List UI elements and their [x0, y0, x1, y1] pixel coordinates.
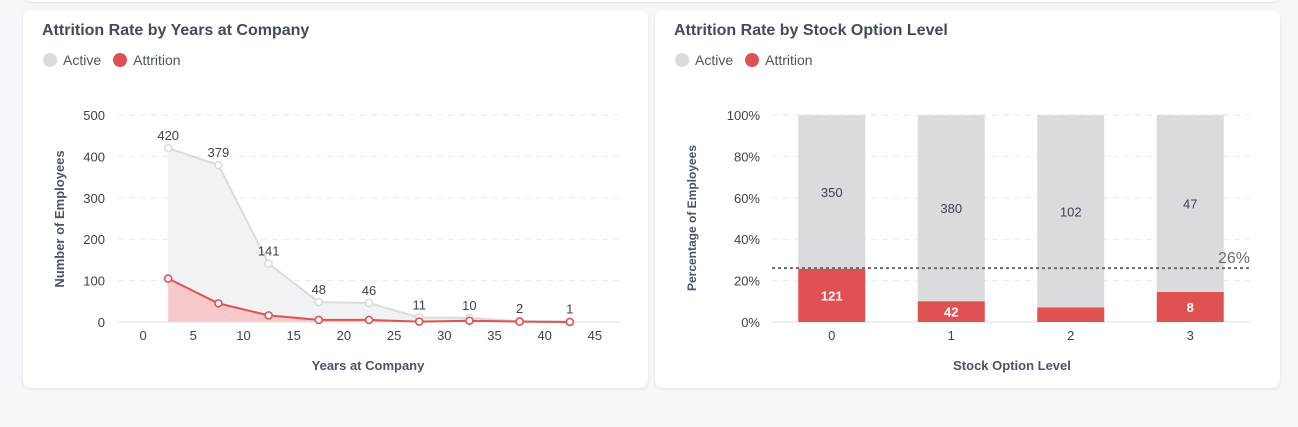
years-at-company-card: Attrition Rate by Years at Company Activ…	[23, 10, 648, 388]
data-label: 1	[566, 302, 573, 317]
attrition-point	[515, 317, 524, 326]
data-label: 141	[258, 244, 280, 259]
x-tick-label: 20	[337, 328, 351, 343]
y-tick-label: 300	[83, 191, 105, 206]
bar-label-attrition: 8	[1187, 300, 1194, 315]
y-axis-title: Percentage of Employees	[685, 145, 699, 291]
y-axis-title: Number of Employees	[52, 150, 67, 287]
x-tick-label: 0	[139, 328, 146, 343]
y-tick-label: 200	[83, 232, 105, 247]
x-tick-label: 25	[387, 328, 401, 343]
previous-card-bottom	[23, 0, 1280, 2]
y-tick-label: 80%	[734, 149, 760, 164]
reference-line-label: 26%	[1218, 250, 1250, 267]
x-tick-label: 10	[236, 328, 250, 343]
x-tick-label: 2	[1067, 328, 1074, 343]
x-tick-label: 3	[1187, 328, 1194, 343]
x-axis-title: Years at Company	[312, 358, 425, 373]
y-tick-label: 0%	[741, 315, 760, 330]
bar-label-active: 47	[1183, 196, 1197, 211]
bar-attrition	[1037, 307, 1105, 322]
attrition-point	[414, 317, 424, 326]
x-tick-label: 1	[948, 328, 955, 343]
bar-label-attrition: 121	[821, 288, 843, 303]
y-tick-label: 100%	[727, 108, 761, 123]
data-label: 420	[157, 128, 179, 143]
x-tick-label: 40	[537, 328, 551, 343]
x-tick-label: 35	[487, 328, 501, 343]
y-tick-label: 400	[83, 149, 105, 164]
data-label: 10	[462, 298, 476, 313]
bar-label-active: 380	[940, 201, 962, 216]
attrition-point	[214, 299, 223, 308]
data-label: 46	[362, 283, 376, 298]
y-tick-label: 20%	[734, 274, 760, 289]
attrition-point	[565, 317, 575, 327]
bar-label-attrition: 42	[944, 305, 958, 320]
x-tick-label: 5	[190, 328, 197, 343]
x-tick-label: 0	[828, 328, 835, 343]
x-tick-label: 45	[588, 328, 602, 343]
active-point	[214, 160, 223, 170]
data-label: 48	[312, 282, 326, 297]
y-tick-label: 100	[83, 274, 105, 289]
bar-label-active: 102	[1060, 204, 1082, 219]
years-at-company-chart: Number of Employees Years at Company 010…	[52, 108, 620, 373]
y-tick-label: 40%	[734, 232, 760, 247]
y-tick-label: 0	[98, 315, 105, 330]
data-label: 379	[208, 145, 230, 160]
stock-option-card: Attrition Rate by Stock Option Level Act…	[655, 10, 1280, 388]
active-point	[314, 297, 324, 307]
y-tick-label: 60%	[734, 191, 760, 206]
attrition-point	[364, 315, 374, 325]
active-point	[364, 298, 374, 308]
data-label: 11	[412, 297, 426, 312]
stock-option-chart: Percentage of Employees Stock Option Lev…	[685, 108, 1250, 373]
x-tick-label: 15	[286, 328, 300, 343]
active-point	[163, 143, 173, 153]
attrition-point	[314, 315, 324, 325]
bar-label-active: 350	[821, 185, 843, 200]
x-axis-title: Stock Option Level	[953, 358, 1071, 373]
active-point	[264, 259, 273, 268]
attrition-point	[264, 311, 273, 320]
y-tick-label: 500	[83, 108, 105, 123]
data-label: 2	[516, 301, 523, 316]
attrition-point	[163, 274, 173, 283]
attrition-point	[465, 316, 474, 326]
x-tick-label: 30	[437, 328, 451, 343]
